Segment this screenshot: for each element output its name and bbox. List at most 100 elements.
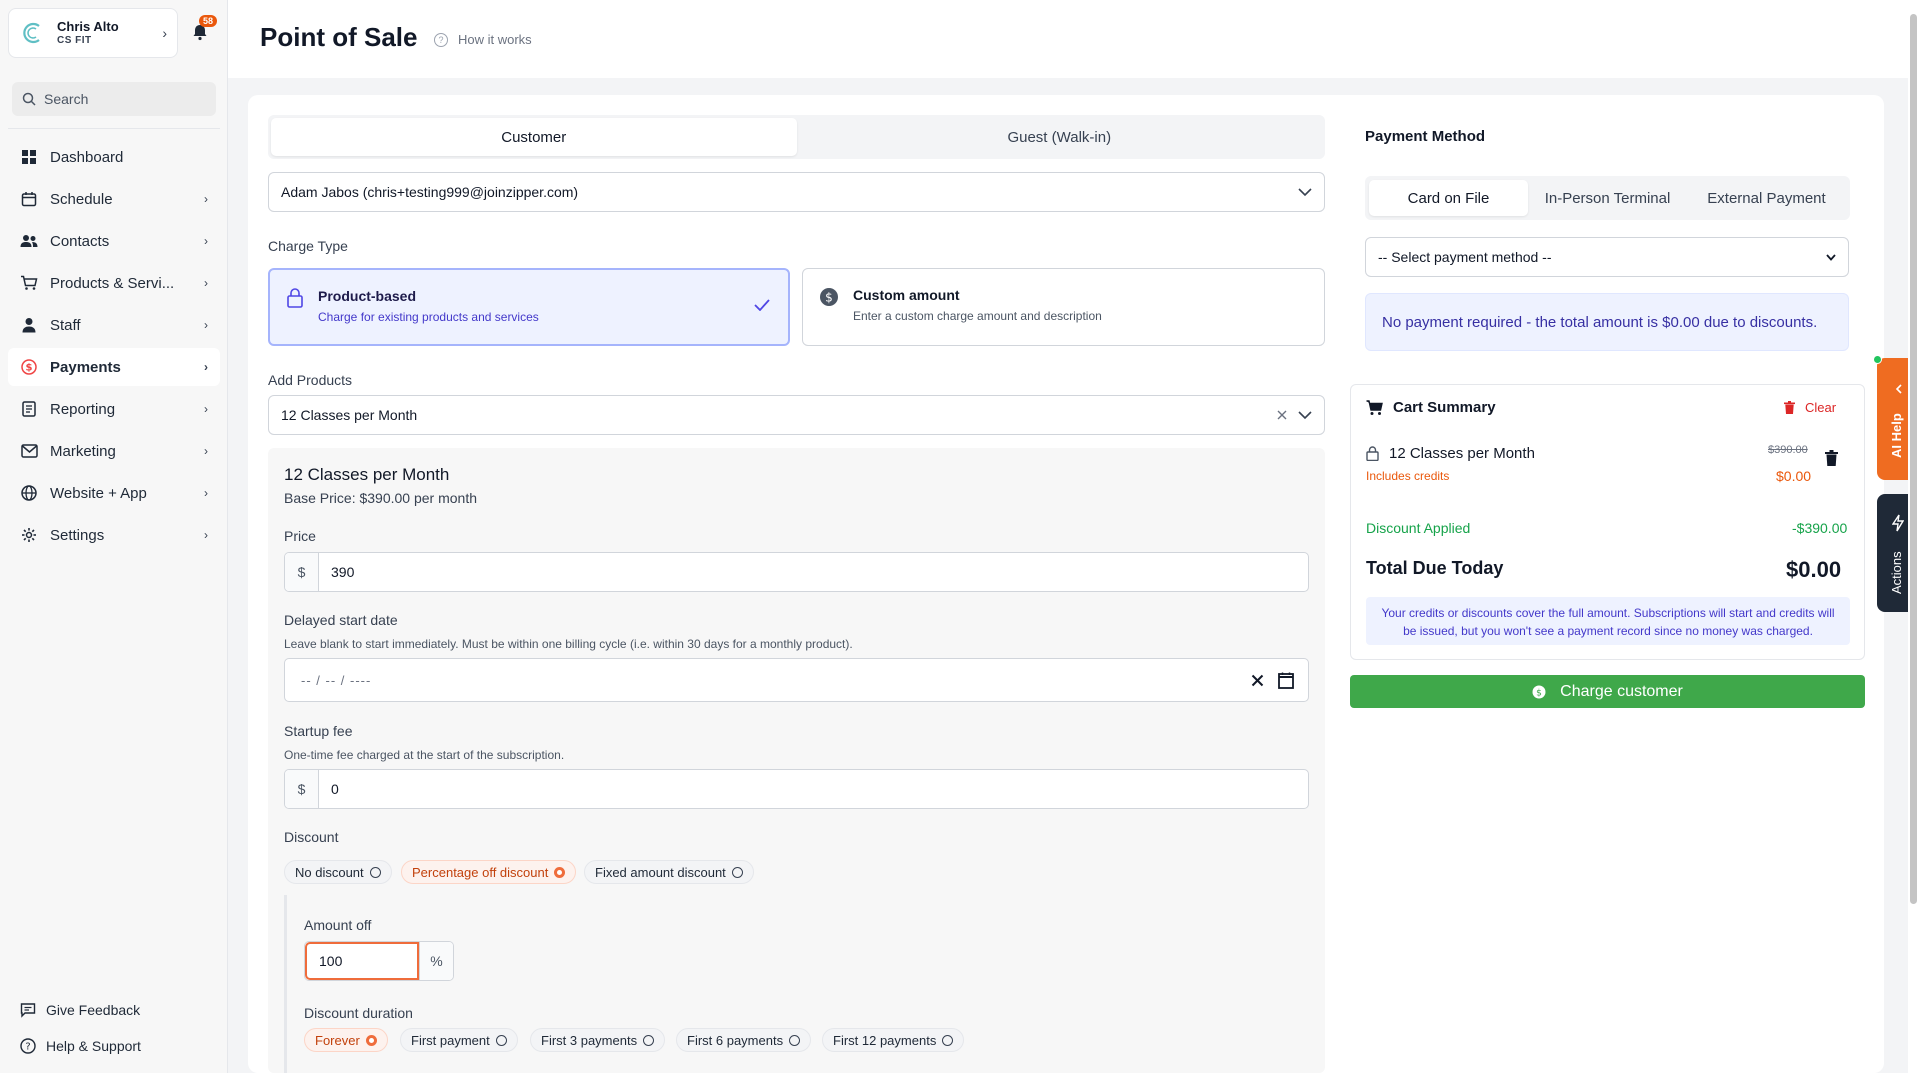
scrollbar-thumb[interactable] bbox=[1910, 14, 1917, 904]
duration-option-first-payment[interactable]: First payment bbox=[400, 1028, 518, 1052]
product-select-value: 12 Classes per Month bbox=[281, 407, 418, 423]
trash-icon bbox=[1784, 401, 1795, 414]
discount-option-percentage[interactable]: Percentage off discount bbox=[401, 860, 577, 884]
discount-option-fixed[interactable]: Fixed amount discount bbox=[584, 860, 754, 884]
gear-icon bbox=[20, 526, 38, 544]
sidebar-item-contacts[interactable]: Contacts › bbox=[8, 222, 220, 260]
sidebar-item-label: Products & Servi... bbox=[50, 274, 175, 292]
charge-type-product-title: Product-based bbox=[318, 288, 417, 304]
discount-applied-label: Discount Applied bbox=[1366, 520, 1471, 536]
sidebar-item-dashboard[interactable]: Dashboard bbox=[8, 138, 220, 176]
give-feedback-label: Give Feedback bbox=[46, 1002, 141, 1018]
lock-icon bbox=[1366, 446, 1379, 461]
check-icon bbox=[754, 298, 770, 314]
brand-logo-icon bbox=[23, 22, 40, 44]
sidebar-item-website[interactable]: Website + App › bbox=[8, 474, 220, 512]
sidebar-item-settings[interactable]: Settings › bbox=[8, 516, 220, 554]
mail-icon bbox=[20, 442, 38, 460]
charge-type-custom[interactable]: $ Custom amount Enter a custom charge am… bbox=[802, 268, 1325, 346]
help-icon: ? bbox=[20, 1038, 36, 1054]
discount-option-none[interactable]: No discount bbox=[284, 860, 392, 884]
how-it-works-link[interactable]: ? How it works bbox=[434, 32, 532, 47]
chevron-down-icon bbox=[1826, 253, 1836, 261]
amount-off-field[interactable]: 100 % bbox=[304, 941, 454, 981]
amount-off-input[interactable]: 100 bbox=[305, 942, 419, 980]
help-support-label: Help & Support bbox=[46, 1038, 141, 1054]
sidebar-item-reporting[interactable]: Reporting › bbox=[8, 390, 220, 428]
duration-option-label: First payment bbox=[411, 1032, 490, 1048]
clear-x-icon[interactable] bbox=[1276, 409, 1288, 421]
product-select[interactable]: 12 Classes per Month bbox=[268, 395, 1325, 435]
cart-summary-header: Cart Summary bbox=[1366, 399, 1496, 416]
sidebar-nav: Dashboard Schedule › Contacts › Products… bbox=[8, 138, 220, 558]
price-field[interactable]: $ 390 bbox=[284, 552, 1309, 592]
chevron-right-icon: › bbox=[204, 360, 208, 374]
startup-fee-field[interactable]: $ 0 bbox=[284, 769, 1309, 809]
search-input[interactable]: Search bbox=[12, 82, 216, 116]
duration-option-label: Forever bbox=[315, 1032, 360, 1048]
tab-in-person-terminal[interactable]: In-Person Terminal bbox=[1528, 180, 1687, 216]
duration-option-first-6[interactable]: First 6 payments bbox=[676, 1028, 812, 1052]
price-input[interactable]: 390 bbox=[319, 553, 1308, 591]
radio-icon bbox=[643, 1034, 655, 1046]
percent-addon: % bbox=[419, 942, 453, 980]
charge-customer-button[interactable]: $ Charge customer bbox=[1350, 675, 1865, 708]
duration-option-first-12[interactable]: First 12 payments bbox=[822, 1028, 965, 1052]
startup-fee-help: One-time fee charged at the start of the… bbox=[284, 748, 565, 762]
tab-card-on-file[interactable]: Card on File bbox=[1369, 180, 1528, 216]
tab-guest[interactable]: Guest (Walk-in) bbox=[797, 118, 1323, 156]
chevron-right-icon: › bbox=[204, 276, 208, 290]
duration-option-forever[interactable]: Forever bbox=[304, 1028, 388, 1052]
chevron-right-icon: › bbox=[204, 528, 208, 542]
cart-item: 12 Classes per Month bbox=[1366, 445, 1535, 462]
trash-icon[interactable] bbox=[1825, 450, 1838, 466]
payment-method-select[interactable]: -- Select payment method -- bbox=[1365, 237, 1849, 277]
product-title: 12 Classes per Month bbox=[284, 465, 450, 484]
page-title: Point of Sale bbox=[260, 22, 418, 52]
charge-type-product-desc: Charge for existing products and service… bbox=[318, 310, 539, 324]
people-icon bbox=[20, 232, 38, 250]
charge-customer-label: Charge customer bbox=[1560, 682, 1683, 700]
bolt-icon bbox=[1892, 514, 1904, 532]
chevron-right-icon: › bbox=[204, 192, 208, 206]
sidebar-item-products[interactable]: Products & Servi... › bbox=[8, 264, 220, 302]
customer-select[interactable]: Adam Jabos (chris+testing999@joinzipper.… bbox=[268, 172, 1325, 212]
startup-fee-input[interactable]: 0 bbox=[319, 770, 1308, 808]
close-icon[interactable] bbox=[1251, 674, 1264, 687]
charge-type-custom-desc: Enter a custom charge amount and descrip… bbox=[853, 309, 1102, 323]
calendar-icon bbox=[20, 190, 38, 208]
delayed-start-date-input[interactable]: -- / -- / ---- bbox=[284, 658, 1309, 702]
sidebar-footer: Give Feedback ? Help & Support bbox=[8, 992, 220, 1064]
discount-duration-label: Discount duration bbox=[304, 1005, 413, 1021]
sidebar-item-schedule[interactable]: Schedule › bbox=[8, 180, 220, 218]
sidebar-item-label: Website + App bbox=[50, 484, 147, 502]
date-placeholder: -- / -- / ---- bbox=[301, 672, 372, 688]
sidebar-item-marketing[interactable]: Marketing › bbox=[8, 432, 220, 470]
help-support-link[interactable]: ? Help & Support bbox=[8, 1028, 220, 1064]
sidebar: Chris Alto CS FIT › 58 Search Dashboard … bbox=[0, 0, 228, 1073]
clear-cart-button[interactable]: Clear bbox=[1784, 400, 1836, 415]
radio-icon bbox=[789, 1034, 801, 1046]
payment-method-title: Payment Method bbox=[1365, 128, 1486, 145]
duration-option-first-3[interactable]: First 3 payments bbox=[530, 1028, 666, 1052]
price-label: Price bbox=[284, 528, 316, 544]
lock-icon bbox=[286, 288, 304, 311]
grid-icon bbox=[20, 148, 38, 166]
radio-selected-icon bbox=[554, 866, 566, 878]
profile-switcher[interactable]: Chris Alto CS FIT › bbox=[8, 8, 178, 58]
chevron-left-icon bbox=[1895, 384, 1902, 394]
cart-item-name: 12 Classes per Month bbox=[1389, 445, 1535, 462]
customer-select-value: Adam Jabos (chris+testing999@joinzipper.… bbox=[281, 184, 579, 200]
how-it-works-label: How it works bbox=[458, 32, 532, 47]
calendar-icon[interactable] bbox=[1278, 672, 1294, 689]
payment-method-select-value: -- Select payment method -- bbox=[1378, 249, 1552, 265]
tab-external-payment[interactable]: External Payment bbox=[1687, 180, 1846, 216]
sidebar-item-payments[interactable]: $ Payments › bbox=[8, 348, 220, 386]
give-feedback-link[interactable]: Give Feedback bbox=[8, 992, 220, 1028]
total-due-value: $0.00 bbox=[1786, 557, 1842, 582]
tab-customer[interactable]: Customer bbox=[271, 118, 797, 156]
charge-type-product[interactable]: Product-based Charge for existing produc… bbox=[268, 268, 790, 346]
sidebar-item-staff[interactable]: Staff › bbox=[8, 306, 220, 344]
dollar-circle-icon: $ bbox=[819, 287, 839, 310]
dollar-circle-icon: $ bbox=[20, 358, 38, 376]
